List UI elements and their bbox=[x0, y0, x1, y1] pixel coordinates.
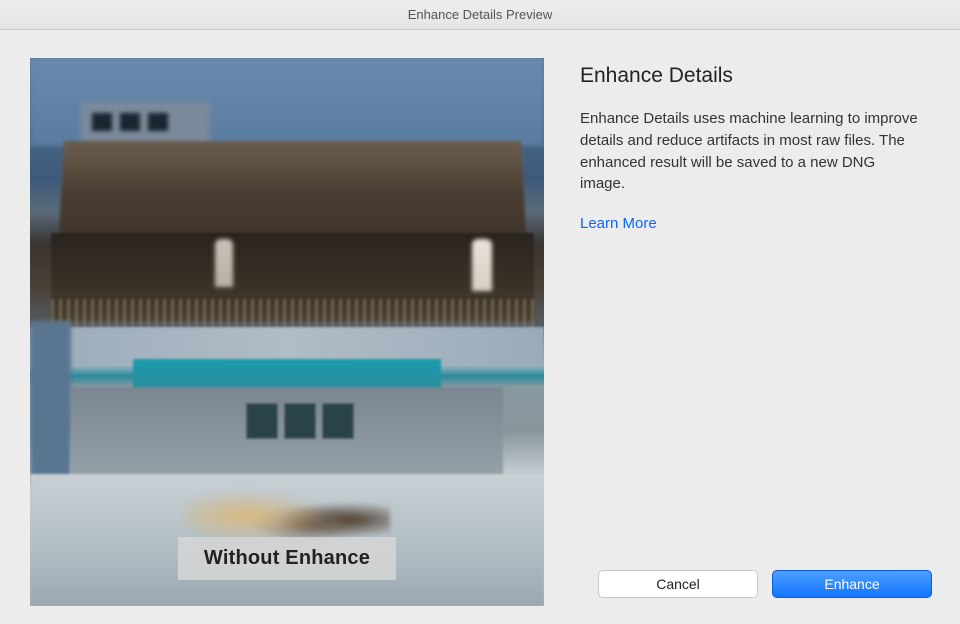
learn-more-link[interactable]: Learn More bbox=[580, 215, 932, 232]
preview-image[interactable] bbox=[30, 58, 544, 606]
preview-overlay-badge: Without Enhance bbox=[178, 537, 396, 580]
preview-scene-leftwall bbox=[30, 321, 71, 485]
button-row: Cancel Enhance bbox=[580, 570, 932, 602]
preview-overlay-label: Without Enhance bbox=[204, 547, 370, 569]
dialog-content: Without Enhance Enhance Details Enhance … bbox=[0, 30, 960, 624]
cancel-button[interactable]: Cancel bbox=[598, 570, 758, 598]
panel-title: Enhance Details bbox=[580, 64, 932, 88]
preview-scene-windows bbox=[246, 403, 354, 439]
window-titlebar: Enhance Details Preview bbox=[0, 0, 960, 30]
preview-container: Without Enhance bbox=[30, 58, 544, 606]
preview-scene-figure bbox=[472, 239, 492, 291]
preview-scene-figure bbox=[215, 239, 233, 287]
window-title: Enhance Details Preview bbox=[408, 7, 553, 22]
panel-description: Enhance Details uses machine learning to… bbox=[580, 108, 920, 195]
preview-scene-bg-windows bbox=[92, 113, 195, 135]
side-panel: Enhance Details Enhance Details uses mac… bbox=[580, 58, 932, 602]
enhance-button[interactable]: Enhance bbox=[772, 570, 932, 598]
